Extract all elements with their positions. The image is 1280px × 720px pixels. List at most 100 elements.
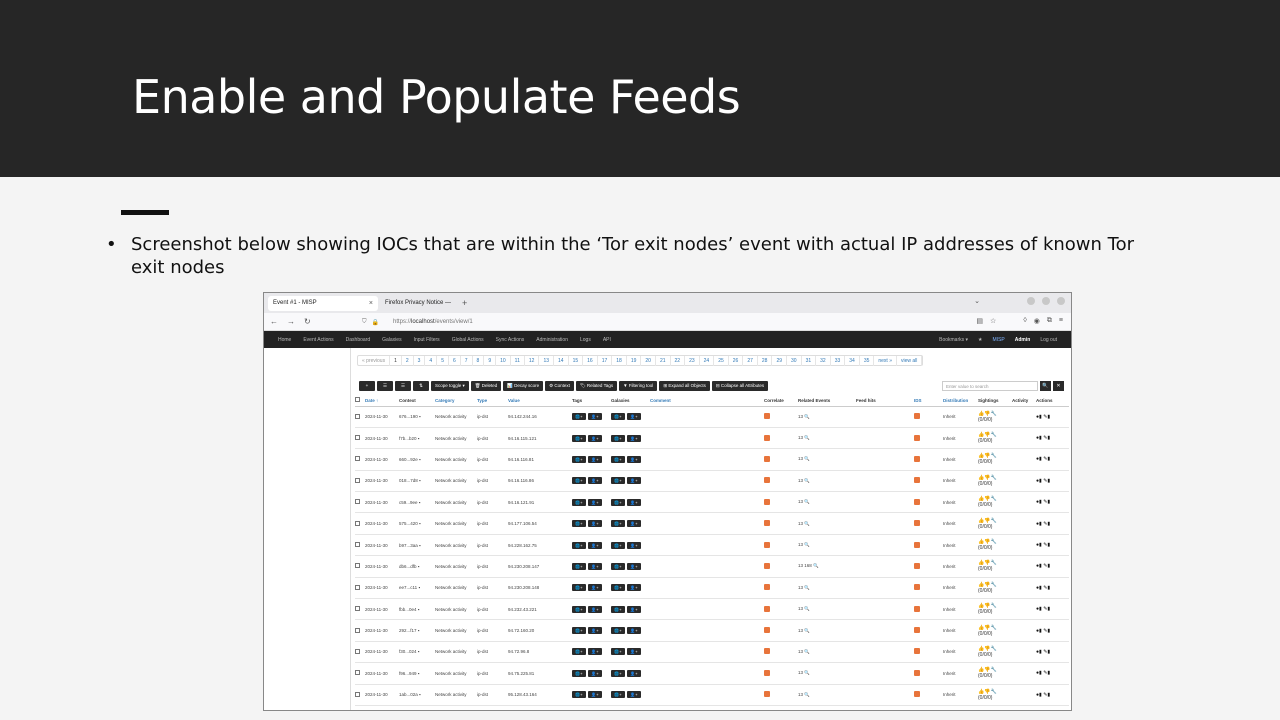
delete-icon[interactable]: ▮: [1039, 414, 1042, 420]
delete-icon[interactable]: ▮: [1039, 606, 1042, 612]
pager-next[interactable]: next »: [874, 355, 897, 366]
user-tag-icon[interactable]: 👤+: [588, 541, 602, 549]
user-galaxy-icon[interactable]: 👤+: [627, 434, 641, 442]
close-icon[interactable]: ×: [369, 300, 373, 307]
pager-page[interactable]: 30: [787, 355, 802, 366]
misp-link[interactable]: MISP: [993, 337, 1005, 343]
collapse-attributes-button[interactable]: ⊟ Collapse all Attributes: [711, 381, 769, 391]
logout-link[interactable]: Log out: [1040, 337, 1057, 343]
copy-icon[interactable]: ▪: [418, 628, 420, 633]
trash-icon[interactable]: ▮: [1047, 628, 1050, 634]
delete-icon[interactable]: ▮: [1039, 670, 1042, 676]
pager-page[interactable]: 16: [583, 355, 598, 366]
pager-page[interactable]: 14: [554, 355, 569, 366]
wrench-icon[interactable]: 🔧: [990, 411, 996, 417]
copy-icon[interactable]: ▪: [419, 692, 421, 697]
ids-checkbox[interactable]: [914, 413, 920, 420]
row-checkbox[interactable]: [355, 691, 360, 697]
expand-objects-button[interactable]: ⊞ Expand all Objects: [659, 381, 710, 391]
cell-context[interactable]: 676...190 ▪: [399, 406, 435, 428]
table-row[interactable]: 2024-11-30 660...92e ▪ Network activity ip-…: [355, 448, 1069, 471]
cell-value[interactable]: 94.72.160.20: [508, 619, 572, 642]
pager-page[interactable]: 35: [860, 355, 875, 366]
extensions-icon[interactable]: ⧉: [1047, 317, 1052, 325]
wrench-icon[interactable]: 🔧: [990, 625, 996, 631]
pager-page[interactable]: 3: [414, 355, 426, 366]
pager-page[interactable]: 22: [671, 355, 686, 366]
magnifier-icon[interactable]: 🔍: [813, 563, 819, 568]
user-galaxy-icon[interactable]: 👤+: [627, 584, 641, 592]
row-checkbox[interactable]: [355, 627, 360, 633]
pager-page[interactable]: 32: [816, 355, 831, 366]
nav-api[interactable]: API: [603, 337, 611, 343]
table-row[interactable]: 2024-11-30 db6...dfb ▪ Network activity ip-…: [355, 555, 1069, 578]
table-row[interactable]: 2024-11-30 575...420 ▪ Network activity ip-…: [355, 512, 1069, 535]
delete-icon[interactable]: ▮: [1039, 435, 1042, 441]
row-select[interactable]: [355, 534, 365, 557]
user-galaxy-icon[interactable]: 👤+: [627, 498, 641, 506]
cell-related-events[interactable]: 13 🔍: [798, 534, 856, 557]
row-checkbox[interactable]: [355, 606, 360, 612]
col-ids[interactable]: IDS: [914, 395, 943, 407]
cell-context[interactable]: 660...92e ▪: [399, 448, 435, 471]
trash-icon[interactable]: ▮: [1047, 521, 1050, 527]
tab-firefox-privacy[interactable]: Firefox Privacy Notice —: [380, 296, 456, 311]
cell-related-events[interactable]: 13 🔍: [798, 598, 856, 621]
pager-page[interactable]: 12: [525, 355, 540, 366]
cell-context[interactable]: db6...dfb ▪: [399, 555, 435, 578]
address-bar[interactable]: ⛉ 🔒 https://localhost/events/view/1: [362, 316, 952, 328]
row-select[interactable]: [355, 662, 365, 685]
wrench-icon[interactable]: 🔧: [990, 475, 996, 481]
delete-icon[interactable]: ▮: [1039, 585, 1042, 591]
row-checkbox[interactable]: [355, 456, 360, 462]
row-select[interactable]: [355, 684, 365, 706]
user-tag-icon[interactable]: 👤+: [588, 498, 602, 506]
pager-page[interactable]: 25: [714, 355, 729, 366]
pager-page[interactable]: 17: [598, 355, 613, 366]
pager-page[interactable]: 8: [473, 355, 485, 366]
trash-icon[interactable]: ▮: [1047, 563, 1050, 569]
cell-context[interactable]: 575...420 ▪: [399, 512, 435, 535]
correlate-checkbox[interactable]: [764, 691, 770, 698]
cell-value[interactable]: 94.72.96.8: [508, 641, 572, 664]
bookmarks-menu[interactable]: Bookmarks ▾: [939, 337, 968, 343]
globe-galaxy-icon[interactable]: 🌐+: [611, 413, 625, 421]
pager-page[interactable]: 13: [539, 355, 554, 366]
col-type[interactable]: Type: [477, 395, 508, 407]
correlate-checkbox[interactable]: [764, 562, 770, 569]
pager-page[interactable]: 19: [627, 355, 642, 366]
user-tag-icon[interactable]: 👤+: [588, 627, 602, 635]
copy-icon[interactable]: ▪: [418, 585, 420, 590]
user-tag-icon[interactable]: 👤+: [588, 648, 602, 656]
globe-tag-icon[interactable]: 🌐+: [572, 434, 586, 442]
correlate-checkbox[interactable]: [764, 669, 770, 676]
correlate-checkbox[interactable]: [764, 648, 770, 655]
account-icon[interactable]: ◉: [1034, 317, 1040, 325]
table-row[interactable]: 2024-11-30 c59...9ee ▪ Network activity ip-…: [355, 491, 1069, 514]
pager-page[interactable]: 9: [484, 355, 497, 366]
ids-checkbox[interactable]: [914, 541, 920, 548]
cell-value[interactable]: 94.230.208.147: [508, 555, 572, 578]
menu-icon[interactable]: ≡: [1059, 317, 1063, 325]
cell-related-events[interactable]: 13 🔍: [798, 427, 856, 450]
magnifier-icon[interactable]: 🔍: [804, 521, 810, 526]
trash-icon[interactable]: ▮: [1047, 478, 1050, 484]
cell-related-events[interactable]: 13 🔍: [798, 662, 856, 685]
cell-context[interactable]: ee7...c11 ▪: [399, 577, 435, 600]
row-select[interactable]: [355, 448, 365, 471]
correlate-checkbox[interactable]: [764, 541, 770, 548]
nav-event-actions[interactable]: Event Actions: [303, 337, 333, 343]
pager-page[interactable]: 26: [729, 355, 744, 366]
magnifier-icon[interactable]: 🔍: [804, 478, 810, 483]
globe-tag-icon[interactable]: 🌐+: [572, 691, 586, 699]
filter-list-button[interactable]: ☰: [395, 381, 411, 391]
ids-checkbox[interactable]: [914, 562, 920, 569]
scope-toggle-button[interactable]: Scope toggle ▾: [431, 381, 469, 391]
copy-icon[interactable]: ▪: [418, 649, 420, 654]
cell-related-events[interactable]: 13 🔍: [798, 577, 856, 600]
nav-galaxies[interactable]: Galaxies: [382, 337, 401, 343]
globe-tag-icon[interactable]: 🌐+: [572, 498, 586, 506]
table-row[interactable]: 2024-11-30 1ab...02a ▪ Network activity ip-…: [355, 684, 1069, 706]
cell-related-events[interactable]: 13 🔍: [798, 512, 856, 535]
col-comment[interactable]: Comment: [650, 395, 764, 407]
